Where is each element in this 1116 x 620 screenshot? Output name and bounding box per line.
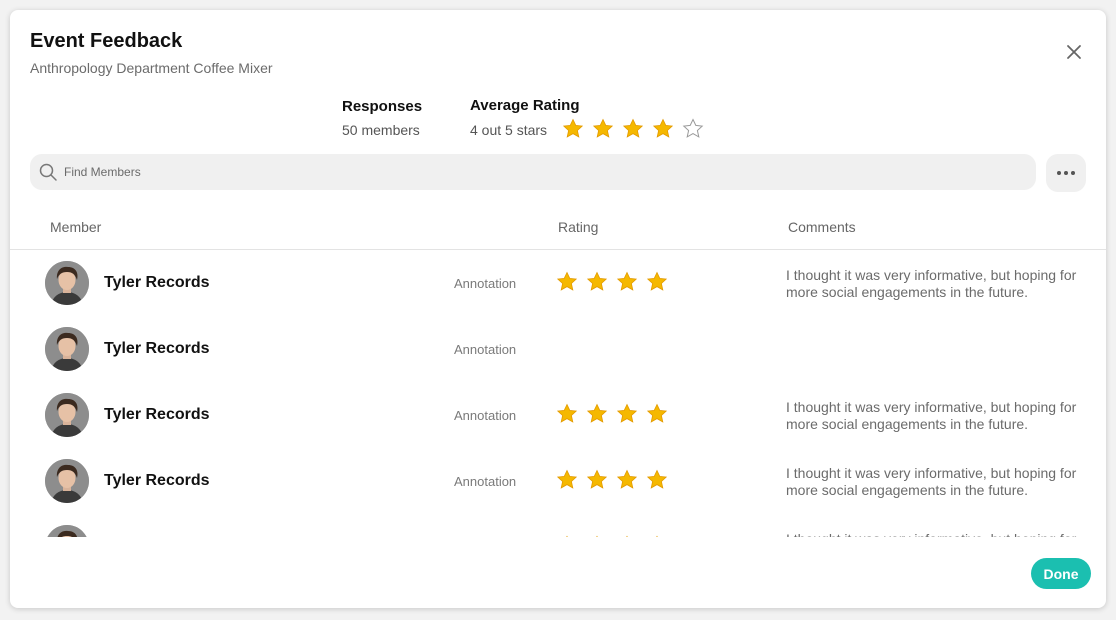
avatar: [45, 525, 89, 537]
member-comment: I thought it was very informative, but h…: [786, 531, 1096, 537]
responses-label: Responses: [342, 98, 423, 115]
star-filled-icon: [646, 403, 668, 423]
star-filled-icon: [556, 469, 578, 489]
feedback-list[interactable]: Tyler Records Annotation I thought it wa…: [10, 250, 1106, 537]
feedback-dialog: Event Feedback Anthropology Department C…: [10, 10, 1106, 608]
more-horizontal-icon: [1057, 171, 1075, 175]
responses-value: 50 members: [342, 122, 420, 138]
member-name[interactable]: Tyler Records: [104, 274, 210, 292]
table-row[interactable]: Tyler Records Annotation I thought it wa…: [10, 448, 1106, 514]
member-rating-stars: [556, 403, 668, 425]
average-rating-value: 4 out 5 stars: [470, 122, 548, 138]
star-filled-icon: [646, 469, 668, 489]
member-rating-stars: [556, 535, 668, 537]
member-name[interactable]: Tyler Records: [104, 472, 210, 490]
avatar: [45, 459, 89, 503]
star-filled-icon: [586, 403, 608, 423]
star-filled-icon: [616, 469, 638, 489]
member-column-header[interactable]: Member: [50, 219, 101, 235]
member-rating-stars: [556, 469, 668, 491]
star-outline-icon: [682, 118, 704, 138]
table-row[interactable]: Tyler Records Annotation I thought it wa…: [10, 382, 1106, 448]
dialog-subtitle: Anthropology Department Coffee Mixer: [30, 60, 273, 76]
star-filled-icon: [616, 403, 638, 423]
avatar: [45, 327, 89, 371]
star-filled-icon: [596, 535, 598, 537]
member-name[interactable]: Tyler Records: [104, 340, 210, 358]
average-rating-stars: [562, 118, 704, 140]
star-filled-icon: [626, 535, 628, 537]
star-filled-icon: [586, 271, 608, 291]
annotation-label: Annotation: [454, 342, 517, 357]
star-filled-icon: [652, 118, 674, 138]
member-rating-stars: [556, 271, 668, 293]
member-comment: I thought it was very informative, but h…: [786, 267, 1077, 300]
star-filled-icon: [622, 118, 644, 138]
star-filled-icon: [656, 535, 658, 537]
star-filled-icon: [556, 271, 578, 291]
avatar: [45, 261, 89, 305]
comments-column-header[interactable]: Comments: [788, 219, 856, 235]
star-filled-icon: [556, 403, 578, 423]
member-comment: I thought it was very informative, but h…: [786, 399, 1077, 432]
dialog-title: Event Feedback: [30, 30, 183, 52]
member-name[interactable]: Tyler Records: [104, 406, 210, 424]
annotation-label: Annotation: [454, 408, 517, 423]
table-row[interactable]: Tyler Records Annotation I thought it wa…: [10, 514, 1106, 537]
star-filled-icon: [586, 469, 608, 489]
star-filled-icon: [566, 535, 568, 537]
star-filled-icon: [592, 118, 614, 138]
table-row[interactable]: Tyler Records Annotation I thought it wa…: [10, 250, 1106, 316]
done-button[interactable]: Done: [1031, 558, 1091, 589]
star-filled-icon: [646, 271, 668, 291]
star-filled-icon: [616, 271, 638, 291]
find-members-input[interactable]: [64, 165, 964, 179]
avatar: [45, 393, 89, 437]
search-icon: [39, 163, 57, 181]
member-comment: I thought it was very informative, but h…: [786, 465, 1077, 498]
close-icon[interactable]: [1064, 42, 1084, 62]
more-options-button[interactable]: [1046, 154, 1086, 192]
annotation-label: Annotation: [454, 276, 517, 291]
table-row[interactable]: Tyler Records Annotation: [10, 316, 1106, 382]
annotation-label: Annotation: [454, 474, 517, 489]
star-filled-icon: [562, 118, 584, 138]
rating-column-header[interactable]: Rating: [558, 219, 598, 235]
average-rating-label: Average Rating: [470, 97, 580, 114]
search-bar: [30, 154, 1036, 190]
